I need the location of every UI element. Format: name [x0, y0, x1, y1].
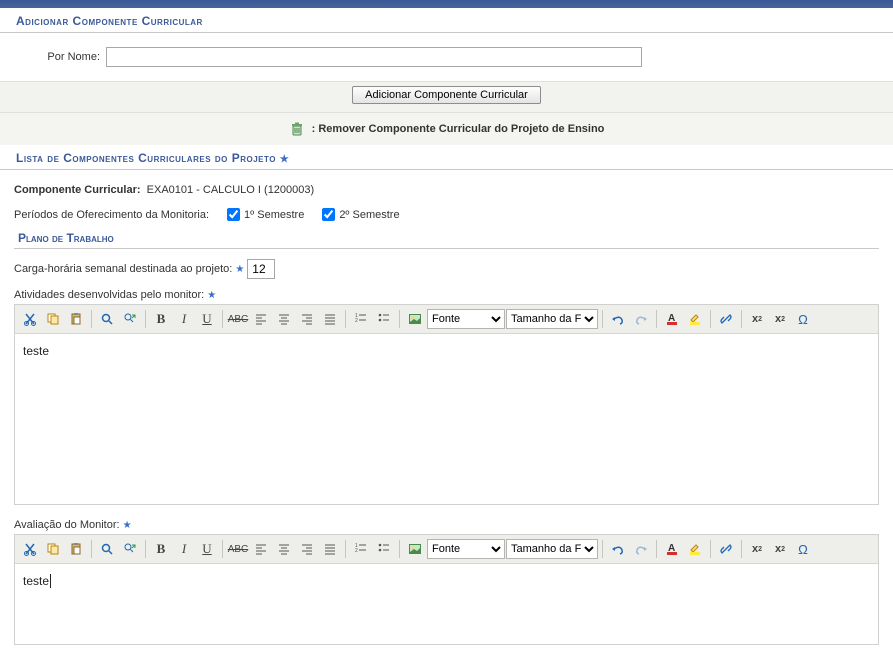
highlight-color-icon[interactable] — [684, 538, 706, 560]
align-left-icon[interactable] — [250, 308, 272, 330]
por-nome-row: Por Nome: — [0, 33, 893, 81]
required-star-icon: ★ — [123, 520, 132, 531]
replace-icon[interactable] — [119, 538, 141, 560]
align-center-icon[interactable] — [273, 308, 295, 330]
carga-input[interactable] — [247, 259, 275, 279]
avaliacao-label: Avaliação do Monitor: ★ — [14, 513, 879, 534]
avaliacao-editor: B I U ABC 12 Fonte Tamanho da Fo A — [14, 534, 879, 645]
atividades-textarea[interactable]: teste — [15, 334, 878, 504]
bold-icon[interactable]: B — [150, 308, 172, 330]
text-color-icon[interactable]: A — [661, 538, 683, 560]
omega-icon[interactable]: Ω — [792, 308, 814, 330]
align-right-icon[interactable] — [296, 308, 318, 330]
componente-value: EXA0101 - CALCULO I (1200003) — [147, 184, 315, 196]
required-star-icon: ★ — [280, 154, 289, 165]
font-family-select[interactable]: Fonte — [427, 539, 505, 559]
svg-text:2: 2 — [355, 548, 358, 554]
por-nome-input[interactable] — [106, 47, 642, 67]
find-icon[interactable] — [96, 308, 118, 330]
atividades-editor: B I U ABC 12 Fonte Tamanho da Fo A — [14, 304, 879, 505]
trash-icon — [289, 121, 305, 137]
sem1-label: 1º Semestre — [244, 209, 304, 221]
omega-icon[interactable]: Ω — [792, 538, 814, 560]
find-icon[interactable] — [96, 538, 118, 560]
italic-icon[interactable]: I — [173, 538, 195, 560]
bold-icon[interactable]: B — [150, 538, 172, 560]
subscript-icon[interactable]: x2 — [746, 538, 768, 560]
svg-text:2: 2 — [355, 318, 358, 324]
section-lista-componentes: Lista de Componentes Curriculares do Pro… — [0, 145, 893, 170]
periodos-row: Períodos de Oferecimento da Monitoria: 1… — [14, 202, 879, 227]
font-family-select[interactable]: Fonte — [427, 309, 505, 329]
required-star-icon: ★ — [207, 290, 216, 301]
strikethrough-icon[interactable]: ABC — [227, 308, 249, 330]
avaliacao-textarea[interactable]: teste — [15, 564, 878, 644]
editor-toolbar: B I U ABC 12 Fonte Tamanho da Fo A — [15, 305, 878, 334]
copy-icon[interactable] — [42, 538, 64, 560]
componente-row: Componente Curricular: EXA0101 - CALCULO… — [14, 178, 879, 202]
superscript-icon[interactable]: x2 — [769, 308, 791, 330]
ordered-list-icon[interactable]: 12 — [350, 538, 372, 560]
periodos-label: Períodos de Oferecimento da Monitoria: — [14, 209, 209, 221]
replace-icon[interactable] — [119, 308, 141, 330]
align-right-icon[interactable] — [296, 538, 318, 560]
plano-trabalho-header: Plano de Trabalho — [14, 227, 879, 249]
paste-icon[interactable] — [65, 308, 87, 330]
copy-icon[interactable] — [42, 308, 64, 330]
top-accent-bar — [0, 0, 893, 8]
required-star-icon: ★ — [235, 264, 244, 275]
highlight-color-icon[interactable] — [684, 308, 706, 330]
add-button-row: Adicionar Componente Curricular — [0, 81, 893, 113]
sem1-checkbox[interactable] — [227, 208, 240, 221]
section-add-componente: Adicionar Componente Curricular — [0, 8, 893, 33]
componente-label: Componente Curricular: — [14, 184, 141, 196]
carga-label: Carga-horária semanal destinada ao proje… — [14, 263, 232, 275]
underline-icon[interactable]: U — [196, 308, 218, 330]
superscript-icon[interactable]: x2 — [769, 538, 791, 560]
undo-icon[interactable] — [607, 308, 629, 330]
atividades-label: Atividades desenvolvidas pelo monitor: ★ — [14, 283, 879, 304]
unordered-list-icon[interactable] — [373, 308, 395, 330]
image-icon[interactable] — [404, 308, 426, 330]
editor-toolbar-2: B I U ABC 12 Fonte Tamanho da Fo A — [15, 535, 878, 564]
remove-instruction-text: : Remover Componente Curricular do Proje… — [312, 123, 605, 135]
text-color-icon[interactable]: A — [661, 308, 683, 330]
link-icon[interactable] — [715, 308, 737, 330]
underline-icon[interactable]: U — [196, 538, 218, 560]
sem2-checkbox[interactable] — [322, 208, 335, 221]
subscript-icon[interactable]: x2 — [746, 308, 768, 330]
italic-icon[interactable]: I — [173, 308, 195, 330]
align-justify-icon[interactable] — [319, 538, 341, 560]
cut-icon[interactable] — [19, 308, 41, 330]
unordered-list-icon[interactable] — [373, 538, 395, 560]
add-componente-button[interactable]: Adicionar Componente Curricular — [352, 86, 541, 104]
carga-row: Carga-horária semanal destinada ao proje… — [14, 255, 879, 283]
image-icon[interactable] — [404, 538, 426, 560]
sem2-label: 2º Semestre — [339, 209, 399, 221]
strikethrough-icon[interactable]: ABC — [227, 538, 249, 560]
remove-instruction-bar: : Remover Componente Curricular do Proje… — [0, 113, 893, 145]
font-size-select[interactable]: Tamanho da Fo — [506, 309, 598, 329]
font-size-select[interactable]: Tamanho da Fo — [506, 539, 598, 559]
paste-icon[interactable] — [65, 538, 87, 560]
align-left-icon[interactable] — [250, 538, 272, 560]
align-justify-icon[interactable] — [319, 308, 341, 330]
redo-icon[interactable] — [630, 538, 652, 560]
cut-icon[interactable] — [19, 538, 41, 560]
ordered-list-icon[interactable]: 12 — [350, 308, 372, 330]
align-center-icon[interactable] — [273, 538, 295, 560]
redo-icon[interactable] — [630, 308, 652, 330]
link-icon[interactable] — [715, 538, 737, 560]
por-nome-label: Por Nome: — [30, 51, 100, 63]
undo-icon[interactable] — [607, 538, 629, 560]
